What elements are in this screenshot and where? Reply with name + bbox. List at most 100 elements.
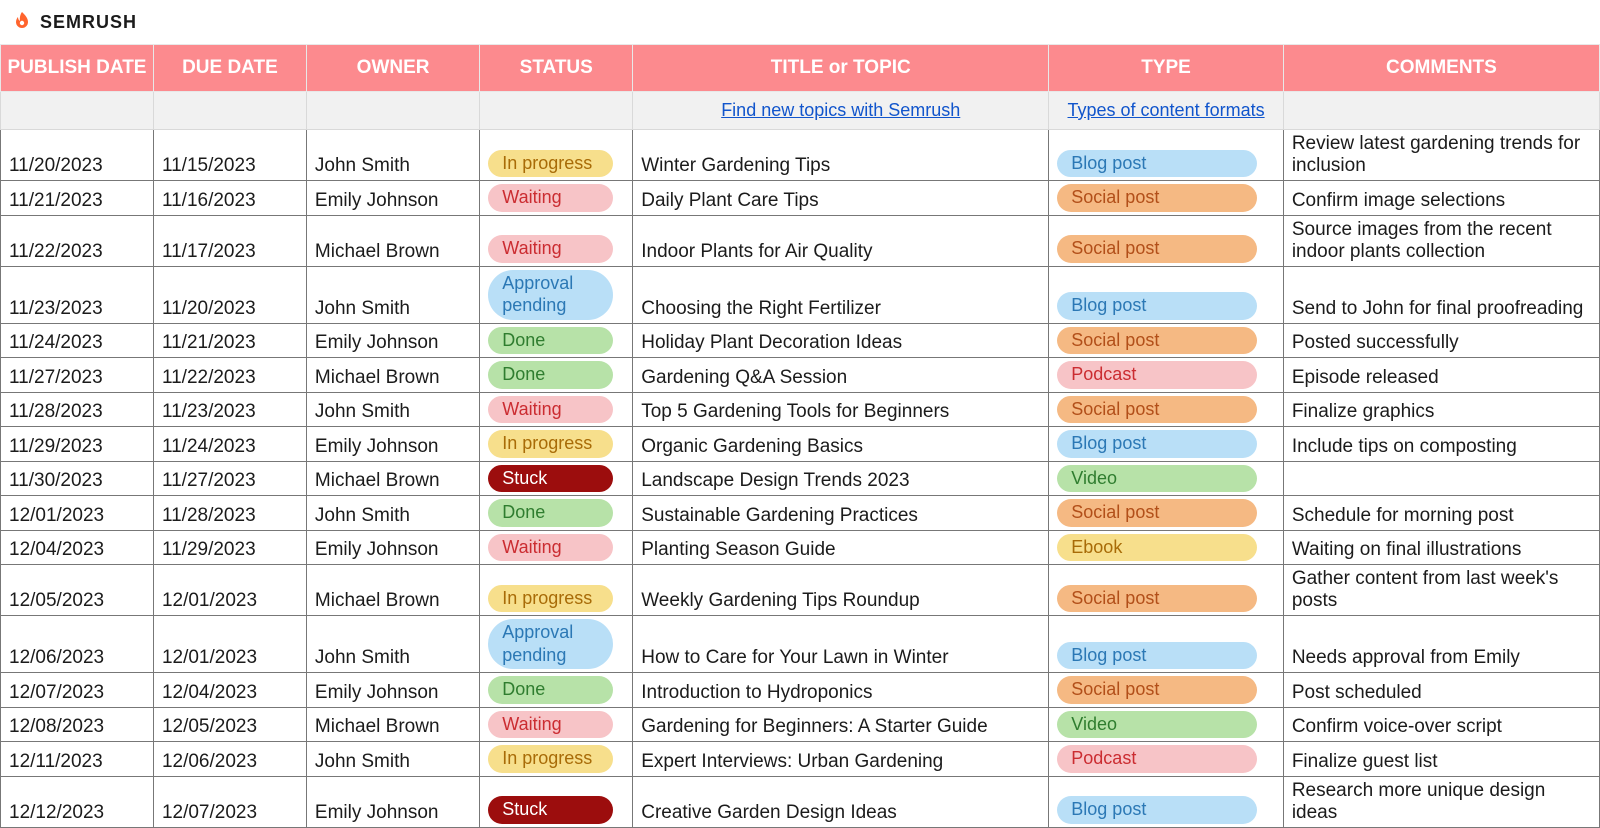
due-date-cell[interactable]: 12/07/2023: [153, 776, 306, 827]
type-cell[interactable]: Social post: [1049, 215, 1284, 266]
helper-cell[interactable]: [153, 92, 306, 130]
status-cell[interactable]: Approval pending: [480, 266, 633, 323]
type-cell[interactable]: Blog post: [1049, 130, 1284, 181]
due-date-cell[interactable]: 11/28/2023: [153, 496, 306, 531]
status-cell[interactable]: In progress: [480, 742, 633, 777]
comments-cell[interactable]: Gather content from last week's posts: [1283, 565, 1599, 616]
helper-topics-cell[interactable]: Find new topics with Semrush: [633, 92, 1049, 130]
owner-cell[interactable]: Emily Johnson: [306, 776, 479, 827]
due-date-cell[interactable]: 11/21/2023: [153, 323, 306, 358]
col-due-date[interactable]: DUE DATE: [153, 45, 306, 92]
type-cell[interactable]: Social post: [1049, 565, 1284, 616]
status-cell[interactable]: In progress: [480, 565, 633, 616]
comments-cell[interactable]: Needs approval from Emily: [1283, 616, 1599, 673]
owner-cell[interactable]: John Smith: [306, 392, 479, 427]
status-cell[interactable]: Done: [480, 358, 633, 393]
publish-date-cell[interactable]: 12/11/2023: [1, 742, 154, 777]
type-cell[interactable]: Social post: [1049, 496, 1284, 531]
publish-date-cell[interactable]: 11/23/2023: [1, 266, 154, 323]
type-cell[interactable]: Video: [1049, 707, 1284, 742]
comments-cell[interactable]: Research more unique design ideas: [1283, 776, 1599, 827]
comments-cell[interactable]: Send to John for final proofreading: [1283, 266, 1599, 323]
owner-cell[interactable]: Emily Johnson: [306, 181, 479, 216]
due-date-cell[interactable]: 12/06/2023: [153, 742, 306, 777]
status-cell[interactable]: In progress: [480, 427, 633, 462]
status-cell[interactable]: Waiting: [480, 707, 633, 742]
comments-cell[interactable]: Finalize graphics: [1283, 392, 1599, 427]
owner-cell[interactable]: Michael Brown: [306, 565, 479, 616]
owner-cell[interactable]: Michael Brown: [306, 461, 479, 496]
due-date-cell[interactable]: 12/01/2023: [153, 565, 306, 616]
comments-cell[interactable]: Episode released: [1283, 358, 1599, 393]
due-date-cell[interactable]: 11/17/2023: [153, 215, 306, 266]
title-cell[interactable]: Landscape Design Trends 2023: [633, 461, 1049, 496]
publish-date-cell[interactable]: 11/28/2023: [1, 392, 154, 427]
status-cell[interactable]: In progress: [480, 130, 633, 181]
title-cell[interactable]: Daily Plant Care Tips: [633, 181, 1049, 216]
title-cell[interactable]: Weekly Gardening Tips Roundup: [633, 565, 1049, 616]
helper-cell[interactable]: [1283, 92, 1599, 130]
status-cell[interactable]: Stuck: [480, 461, 633, 496]
publish-date-cell[interactable]: 11/20/2023: [1, 130, 154, 181]
title-cell[interactable]: Top 5 Gardening Tools for Beginners: [633, 392, 1049, 427]
title-cell[interactable]: Indoor Plants for Air Quality: [633, 215, 1049, 266]
comments-cell[interactable]: Posted successfully: [1283, 323, 1599, 358]
col-comments[interactable]: COMMENTS: [1283, 45, 1599, 92]
comments-cell[interactable]: Confirm image selections: [1283, 181, 1599, 216]
publish-date-cell[interactable]: 11/24/2023: [1, 323, 154, 358]
title-cell[interactable]: Sustainable Gardening Practices: [633, 496, 1049, 531]
type-cell[interactable]: Social post: [1049, 392, 1284, 427]
col-status[interactable]: STATUS: [480, 45, 633, 92]
owner-cell[interactable]: Emily Johnson: [306, 530, 479, 565]
type-cell[interactable]: Podcast: [1049, 742, 1284, 777]
due-date-cell[interactable]: 11/16/2023: [153, 181, 306, 216]
publish-date-cell[interactable]: 11/27/2023: [1, 358, 154, 393]
status-cell[interactable]: Waiting: [480, 530, 633, 565]
type-cell[interactable]: Social post: [1049, 673, 1284, 708]
owner-cell[interactable]: Emily Johnson: [306, 673, 479, 708]
comments-cell[interactable]: Source images from the recent indoor pla…: [1283, 215, 1599, 266]
col-type[interactable]: TYPE: [1049, 45, 1284, 92]
comments-cell[interactable]: Review latest gardening trends for inclu…: [1283, 130, 1599, 181]
col-title[interactable]: TITLE or TOPIC: [633, 45, 1049, 92]
publish-date-cell[interactable]: 11/21/2023: [1, 181, 154, 216]
status-cell[interactable]: Approval pending: [480, 616, 633, 673]
comments-cell[interactable]: Post scheduled: [1283, 673, 1599, 708]
publish-date-cell[interactable]: 12/12/2023: [1, 776, 154, 827]
col-publish-date[interactable]: PUBLISH DATE: [1, 45, 154, 92]
publish-date-cell[interactable]: 12/07/2023: [1, 673, 154, 708]
type-cell[interactable]: Podcast: [1049, 358, 1284, 393]
due-date-cell[interactable]: 12/04/2023: [153, 673, 306, 708]
due-date-cell[interactable]: 11/29/2023: [153, 530, 306, 565]
due-date-cell[interactable]: 11/15/2023: [153, 130, 306, 181]
title-cell[interactable]: How to Care for Your Lawn in Winter: [633, 616, 1049, 673]
due-date-cell[interactable]: 12/05/2023: [153, 707, 306, 742]
publish-date-cell[interactable]: 12/08/2023: [1, 707, 154, 742]
status-cell[interactable]: Done: [480, 323, 633, 358]
helper-cell[interactable]: [306, 92, 479, 130]
publish-date-cell[interactable]: 11/22/2023: [1, 215, 154, 266]
due-date-cell[interactable]: 11/27/2023: [153, 461, 306, 496]
col-owner[interactable]: OWNER: [306, 45, 479, 92]
helper-cell[interactable]: [480, 92, 633, 130]
due-date-cell[interactable]: 12/01/2023: [153, 616, 306, 673]
publish-date-cell[interactable]: 11/29/2023: [1, 427, 154, 462]
comments-cell[interactable]: Confirm voice-over script: [1283, 707, 1599, 742]
status-cell[interactable]: Stuck: [480, 776, 633, 827]
helper-types-cell[interactable]: Types of content formats: [1049, 92, 1284, 130]
title-cell[interactable]: Planting Season Guide: [633, 530, 1049, 565]
status-cell[interactable]: Done: [480, 496, 633, 531]
status-cell[interactable]: Waiting: [480, 181, 633, 216]
publish-date-cell[interactable]: 12/01/2023: [1, 496, 154, 531]
due-date-cell[interactable]: 11/22/2023: [153, 358, 306, 393]
title-cell[interactable]: Creative Garden Design Ideas: [633, 776, 1049, 827]
comments-cell[interactable]: Schedule for morning post: [1283, 496, 1599, 531]
type-cell[interactable]: Video: [1049, 461, 1284, 496]
helper-cell[interactable]: [1, 92, 154, 130]
owner-cell[interactable]: John Smith: [306, 616, 479, 673]
title-cell[interactable]: Holiday Plant Decoration Ideas: [633, 323, 1049, 358]
comments-cell[interactable]: Include tips on composting: [1283, 427, 1599, 462]
owner-cell[interactable]: Michael Brown: [306, 358, 479, 393]
title-cell[interactable]: Gardening Q&A Session: [633, 358, 1049, 393]
title-cell[interactable]: Winter Gardening Tips: [633, 130, 1049, 181]
